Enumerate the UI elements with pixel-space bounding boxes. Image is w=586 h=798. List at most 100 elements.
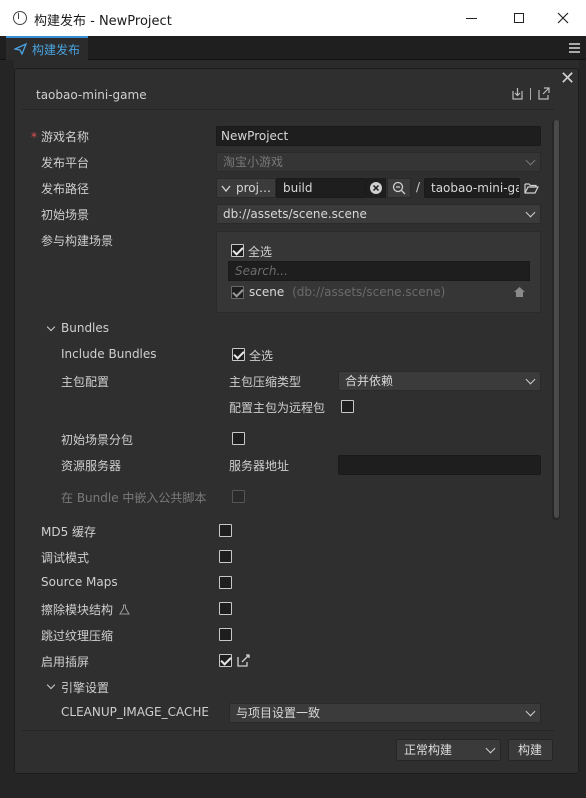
select-all-scenes-label: 全选 (248, 245, 273, 259)
include-bundles-checkbox[interactable] (232, 348, 245, 361)
start-scene-label: 初始场景 (41, 208, 90, 222)
server-address-input[interactable] (338, 455, 541, 475)
platform-title: taobao-mini-game (36, 88, 147, 102)
minimize-icon (465, 17, 477, 19)
include-bundles-value: 全选 (249, 349, 274, 363)
source-maps-label: Source Maps (41, 575, 118, 589)
resource-server-label: 资源服务器 (61, 459, 122, 473)
remote-package-label: 配置主包为远程包 (229, 401, 326, 415)
zoom-icon (392, 181, 406, 195)
erase-module-checkbox[interactable] (219, 602, 232, 615)
scene-item-checkbox[interactable] (231, 286, 244, 299)
build-button[interactable]: 构建 (508, 739, 553, 761)
path-clear-button[interactable] (366, 178, 386, 198)
hamburger-menu-icon[interactable] (569, 43, 580, 53)
flask-icon (118, 604, 130, 615)
game-name-label-text: 游戏名称 (41, 130, 90, 144)
chevron-down-icon (485, 743, 496, 754)
platform-select-value: 淘宝小游戏 (223, 155, 284, 169)
maximize-icon (514, 13, 524, 23)
path-input-value: build (283, 181, 313, 195)
tab-label: 构建发布 (32, 42, 81, 57)
embed-common-script-label: 在 Bundle 中嵌入公共脚本 (61, 491, 207, 505)
embed-common-script-checkbox[interactable] (232, 490, 245, 503)
debug-mode-label: 调试模式 (41, 551, 90, 565)
scene-item-path: (db://assets/scene.scene) (292, 285, 446, 299)
erase-module-label: 擦除模块结构 (41, 601, 130, 618)
window-titlebar: 构建发布 - NewProject (0, 0, 586, 36)
import-icon[interactable] (511, 87, 524, 100)
app-icon (13, 11, 27, 25)
path-input[interactable]: build (276, 178, 366, 198)
header-actions (511, 87, 550, 100)
chevron-down-icon (525, 155, 536, 166)
path-prefix-select[interactable]: proj… (216, 178, 276, 198)
platform-select[interactable]: 淘宝小游戏 (216, 152, 541, 172)
background-bottom (14, 774, 579, 798)
select-all-scenes-checkbox[interactable] (231, 244, 244, 257)
compress-type-select[interactable]: 合并依赖 (338, 371, 541, 391)
path-label: 发布路径 (41, 182, 90, 196)
path-output-input[interactable]: taobao-mini-game (424, 178, 520, 198)
tab-build-publish[interactable]: 构建发布 (6, 36, 89, 60)
debug-mode-checkbox[interactable] (219, 550, 232, 563)
start-scene-value: db://assets/scene.scene (223, 207, 367, 221)
scene-search-input[interactable]: Search... (228, 261, 530, 281)
home-icon[interactable] (513, 286, 526, 298)
footer-divider (22, 730, 554, 731)
md5-cache-label: MD5 缓存 (41, 525, 97, 539)
window-close-button[interactable] (540, 0, 586, 36)
path-separator: / (416, 180, 421, 194)
path-search-button[interactable] (387, 178, 411, 198)
background-left (0, 60, 14, 798)
skip-texture-compress-checkbox[interactable] (219, 628, 232, 641)
build-mode-select[interactable]: 正常构建 (396, 739, 501, 761)
include-bundles-label: Include Bundles (61, 347, 157, 361)
engine-section-label[interactable]: 引擎设置 (61, 679, 109, 696)
scenes-label: 参与构建场景 (41, 234, 114, 248)
remote-package-checkbox[interactable] (341, 400, 354, 413)
path-prefix-value: proj… (236, 181, 271, 195)
start-scene-subpackage-label: 初始场景分包 (61, 433, 134, 447)
chevron-down-icon (525, 374, 536, 385)
cleanup-image-cache-value: 与项目设置一致 (236, 706, 321, 720)
compress-type-label: 主包压缩类型 (229, 375, 302, 389)
game-name-input[interactable]: NewProject (216, 126, 541, 146)
chevron-down-icon (221, 185, 231, 193)
main-config-label: 主包配置 (61, 375, 110, 389)
platform-label: 发布平台 (41, 156, 90, 170)
start-scene-select[interactable]: db://assets/scene.scene (216, 204, 541, 224)
tab-bar: 构建发布 (0, 36, 586, 60)
splash-screen-label: 启用插屏 (41, 655, 90, 669)
build-panel (14, 68, 579, 774)
compress-type-value: 合并依赖 (345, 374, 394, 388)
scrollbar-thumb[interactable] (554, 120, 559, 518)
header-separator (530, 87, 531, 100)
background-right (579, 60, 586, 798)
minimize-button[interactable] (448, 0, 494, 36)
cleanup-image-cache-label: CLEANUP_IMAGE_CACHE (61, 705, 209, 719)
maximize-button[interactable] (496, 0, 542, 36)
panel-close-button[interactable]: ✕ (560, 70, 575, 88)
scene-item-name: scene (249, 285, 285, 299)
md5-cache-checkbox[interactable] (219, 524, 232, 537)
erase-module-label-text: 擦除模块结构 (41, 603, 114, 617)
skip-texture-compress-label: 跳过纹理压缩 (41, 629, 114, 643)
splash-screen-checkbox[interactable] (219, 654, 232, 667)
bundles-section-label[interactable]: Bundles (61, 321, 109, 335)
cleanup-image-cache-select[interactable]: 与项目设置一致 (229, 703, 541, 723)
build-mode-value: 正常构建 (404, 743, 453, 757)
start-scene-subpackage-checkbox[interactable] (232, 432, 245, 445)
export-icon[interactable] (537, 87, 550, 100)
clear-icon (370, 182, 382, 194)
scene-item[interactable]: scene (db://assets/scene.scene) (249, 285, 445, 299)
server-address-label: 服务器地址 (229, 459, 290, 473)
close-icon (557, 12, 569, 24)
edit-icon[interactable] (237, 654, 250, 667)
chevron-down-icon (525, 207, 536, 218)
send-icon (14, 43, 27, 55)
panel-header: taobao-mini-game (22, 78, 554, 110)
window-title: 构建发布 - NewProject (34, 14, 172, 29)
source-maps-checkbox[interactable] (219, 576, 232, 589)
folder-open-icon[interactable] (524, 182, 539, 194)
